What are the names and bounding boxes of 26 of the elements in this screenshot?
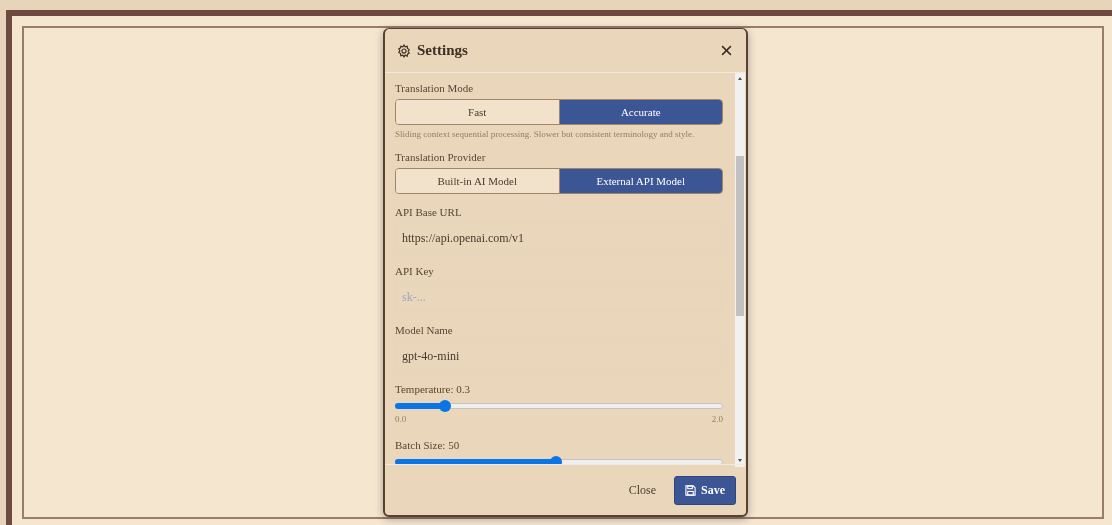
segment-tab[interactable]: Built-in AI Model: [396, 169, 559, 193]
field-label: Translation Mode: [395, 82, 475, 94]
segment-tab[interactable]: Accurate: [558, 100, 722, 124]
field-label: Model Name: [395, 324, 454, 336]
dialog-title: Settings: [417, 42, 469, 59]
save-button[interactable]: Save: [674, 475, 736, 505]
field-label: Translation Provider: [395, 151, 487, 163]
text-field[interactable]: sk-...: [395, 282, 723, 312]
settings-icon: [397, 43, 411, 58]
segment-tab[interactable]: External API Model: [558, 169, 722, 193]
close-icon: [721, 45, 732, 56]
segment-tab[interactable]: Fast: [396, 100, 559, 124]
field-label: Temperature: 0.3: [395, 383, 471, 395]
slider-thumb[interactable]: [438, 400, 451, 412]
hint-text: Sliding context sequential processing. Slower but consistent terminology and style.: [395, 129, 696, 139]
field-label: API Base URL: [395, 206, 463, 218]
slider-min-label: 0.0: [395, 414, 407, 424]
text-field[interactable]: gpt-4o-mini: [395, 341, 723, 371]
field-label: Batch Size: 50: [395, 439, 461, 451]
slider-max-label: 2.0: [711, 414, 723, 424]
slider-thumb[interactable]: [549, 456, 562, 464]
text-field[interactable]: https://api.openai.com/v1: [395, 223, 723, 253]
field-label: API Key: [395, 265, 435, 277]
close-button[interactable]: [719, 43, 734, 58]
close-button[interactable]: Close: [624, 478, 660, 502]
scrollbar[interactable]: [735, 73, 745, 467]
